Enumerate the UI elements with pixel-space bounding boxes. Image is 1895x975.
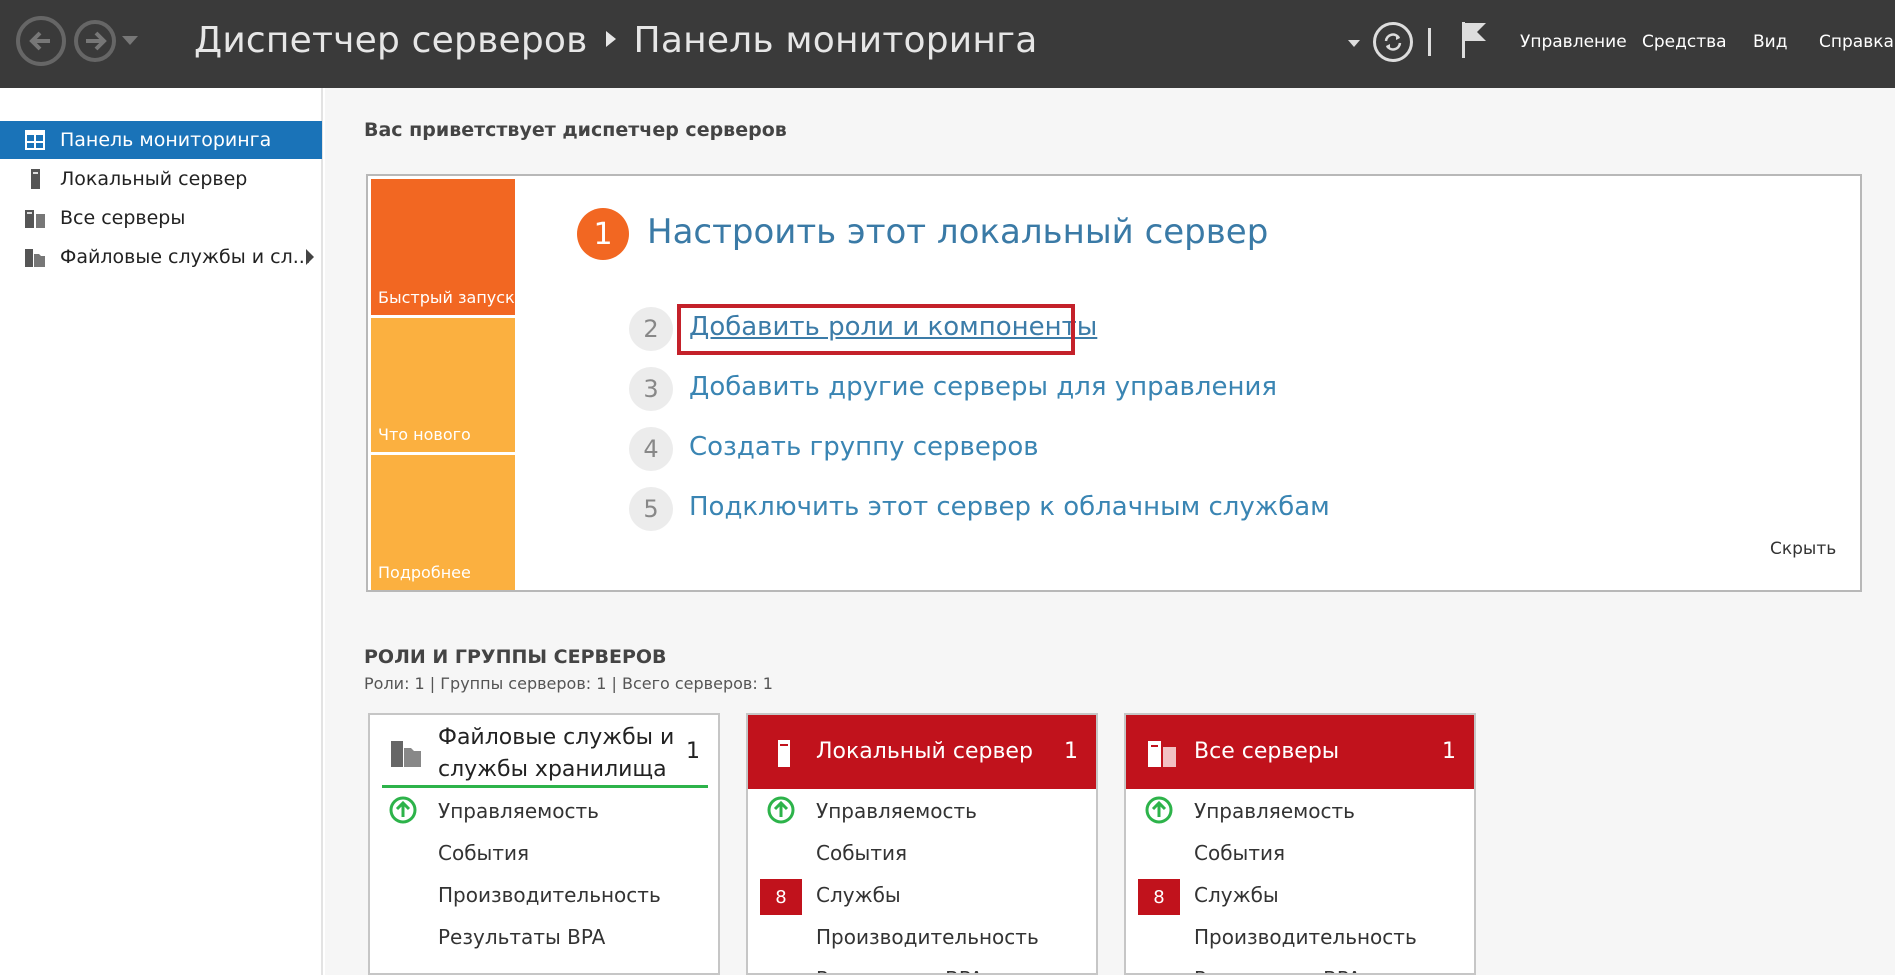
menu-manage[interactable]: Управление xyxy=(1520,32,1627,52)
sidebar: Панель мониторинга Локальный сервер Все … xyxy=(0,88,323,975)
step-number-2: 2 xyxy=(629,307,673,351)
row-bpa-results[interactable]: Результаты BPA xyxy=(816,967,983,973)
roles-section-title: РОЛИ И ГРУППЫ СЕРВЕРОВ xyxy=(364,646,667,668)
row-events[interactable]: События xyxy=(1194,841,1285,865)
menu-tools[interactable]: Средства xyxy=(1642,32,1727,52)
row-manageability[interactable]: Управляемость xyxy=(1194,799,1355,823)
card-header[interactable]: Файловые службы и службы хранилища 1 xyxy=(370,715,718,789)
refresh-button[interactable] xyxy=(1373,22,1413,62)
ok-arrow-icon xyxy=(389,796,417,824)
step-add-servers-link[interactable]: Добавить другие серверы для управления xyxy=(689,372,1277,402)
hide-link[interactable]: Скрыть xyxy=(1770,539,1836,559)
step-configure-local-server[interactable]: Настроить этот локальный сервер xyxy=(647,212,1268,252)
row-bpa-results[interactable]: Результаты BPA xyxy=(1194,967,1361,973)
card-count: 1 xyxy=(1064,739,1078,764)
ok-arrow-icon xyxy=(767,796,795,824)
expand-arrow-icon[interactable] xyxy=(306,249,314,265)
file-services-icon xyxy=(24,246,46,268)
card-title-line2: службы хранилища xyxy=(438,757,667,782)
notifications-dropdown-icon[interactable] xyxy=(1348,40,1360,47)
file-services-icon xyxy=(391,741,421,767)
row-manageability[interactable]: Управляемость xyxy=(816,799,977,823)
roles-summary: Роли: 1 | Группы серверов: 1 | Всего сер… xyxy=(364,674,773,693)
menu-help[interactable]: Справка xyxy=(1819,32,1894,52)
app-title: Диспетчер серверов xyxy=(194,20,588,61)
step-connect-cloud-link[interactable]: Подключить этот сервер к облачным служба… xyxy=(689,492,1330,522)
breadcrumb-separator-icon xyxy=(605,31,616,47)
step-create-group-link[interactable]: Создать группу серверов xyxy=(689,432,1039,462)
step-number-3: 3 xyxy=(629,367,673,411)
tile-learn-more[interactable]: Подробнее xyxy=(371,455,515,590)
card-title-line1: Файловые службы и xyxy=(438,725,675,750)
role-card-file-services: Файловые службы и службы хранилища 1 Упр… xyxy=(368,713,720,975)
arrow-left-icon xyxy=(29,31,50,51)
status-ok-bar xyxy=(382,785,708,788)
card-title: Локальный сервер xyxy=(816,739,1033,764)
menu-view[interactable]: Вид xyxy=(1753,32,1787,52)
sidebar-item-label: Все серверы xyxy=(60,207,186,229)
step-number-5: 5 xyxy=(629,487,673,531)
page-title: Панель мониторинга xyxy=(633,20,1038,61)
forward-button[interactable] xyxy=(74,20,116,62)
step-number-1: 1 xyxy=(577,208,629,260)
role-card-local-server: Локальный сервер 1 Управляемость События… xyxy=(746,713,1098,975)
back-button[interactable] xyxy=(16,16,66,66)
notifications-flag-icon[interactable] xyxy=(1459,20,1489,64)
card-header[interactable]: Локальный сервер 1 xyxy=(748,715,1096,789)
alert-count-badge: 8 xyxy=(1138,879,1180,915)
alert-count-badge: 8 xyxy=(760,879,802,915)
toolbar-divider xyxy=(1428,28,1431,56)
row-performance[interactable]: Производительность xyxy=(816,925,1039,949)
row-events[interactable]: События xyxy=(816,841,907,865)
refresh-icon xyxy=(1384,33,1402,51)
all-servers-icon xyxy=(1148,741,1176,767)
tile-label: Подробнее xyxy=(378,563,471,582)
title-bar: Диспетчер серверов Панель мониторинга Упр… xyxy=(0,0,1895,88)
highlight-annotation xyxy=(677,304,1075,355)
step-number-4: 4 xyxy=(629,427,673,471)
row-bpa-results[interactable]: Результаты BPA xyxy=(438,925,605,949)
row-services[interactable]: Службы xyxy=(1194,883,1279,907)
sidebar-item-label: Файловые службы и сл... xyxy=(60,246,311,268)
sidebar-item-all-servers[interactable]: Все серверы xyxy=(0,199,322,237)
card-header[interactable]: Все серверы 1 xyxy=(1126,715,1474,789)
tile-label: Что нового xyxy=(378,425,471,444)
row-performance[interactable]: Производительность xyxy=(438,883,661,907)
row-manageability[interactable]: Управляемость xyxy=(438,799,599,823)
card-title: Все серверы xyxy=(1194,739,1340,764)
row-performance[interactable]: Производительность xyxy=(1194,925,1417,949)
dashboard-icon xyxy=(24,129,46,151)
sidebar-item-label: Локальный сервер xyxy=(60,168,248,190)
sidebar-item-file-services[interactable]: Файловые службы и сл... xyxy=(0,238,322,276)
arrow-right-icon xyxy=(86,31,107,51)
server-icon xyxy=(24,168,46,190)
sidebar-item-label: Панель мониторинга xyxy=(60,129,272,151)
row-services[interactable]: Службы xyxy=(816,883,901,907)
row-events[interactable]: События xyxy=(438,841,529,865)
tile-whats-new[interactable]: Что нового xyxy=(371,318,515,452)
history-dropdown-icon[interactable] xyxy=(122,36,138,45)
welcome-heading: Вас приветствует диспетчер серверов xyxy=(364,119,787,141)
role-card-all-servers: Все серверы 1 Управляемость События 8 Сл… xyxy=(1124,713,1476,975)
sidebar-item-local-server[interactable]: Локальный сервер xyxy=(0,160,322,198)
tile-quick-start[interactable]: Быстрый запуск xyxy=(371,179,515,315)
breadcrumb: Диспетчер серверов Панель мониторинга xyxy=(194,20,1038,61)
server-icon xyxy=(778,740,790,767)
card-count: 1 xyxy=(1442,739,1456,764)
card-count: 1 xyxy=(686,739,700,764)
sidebar-item-dashboard[interactable]: Панель мониторинга xyxy=(0,121,322,159)
tile-label: Быстрый запуск xyxy=(378,288,515,307)
all-servers-icon xyxy=(24,207,46,229)
ok-arrow-icon xyxy=(1145,796,1173,824)
